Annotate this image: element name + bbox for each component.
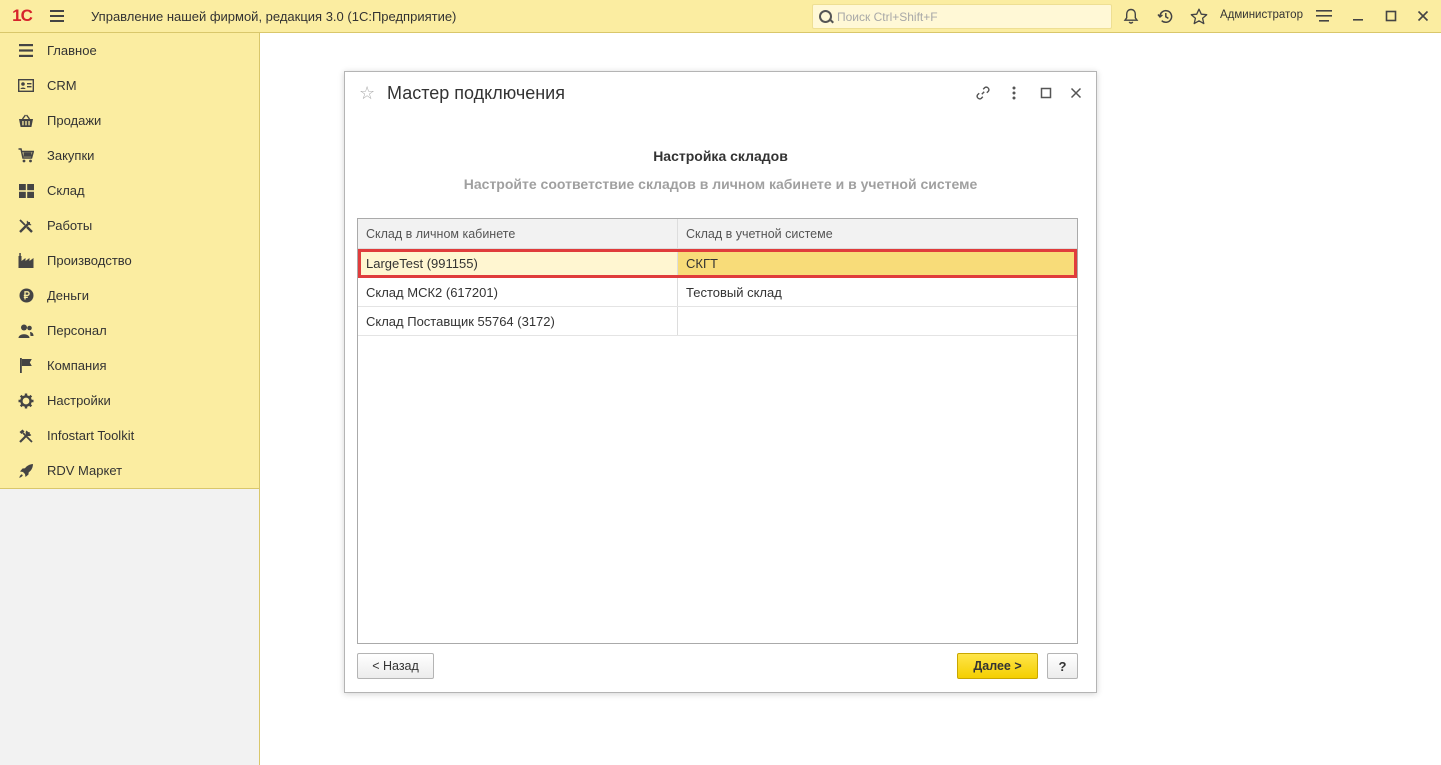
sidebar-item-settings[interactable]: Настройки (0, 383, 259, 418)
sidebar-item-label: Компания (47, 358, 107, 373)
sidebar-item-label: Деньги (47, 288, 89, 303)
sidebar-item-label: Производство (47, 253, 132, 268)
ruble-coin-icon (17, 287, 35, 305)
sidebar-item-infostart-toolkit[interactable]: Infostart Toolkit (0, 418, 259, 453)
sidebar-item-label: Главное (47, 43, 97, 58)
back-button[interactable]: < Назад (357, 653, 434, 679)
step-heading: Настройка складов (653, 148, 788, 164)
sidebar-item-label: Infostart Toolkit (47, 428, 135, 443)
dialog-maximize-icon[interactable] (1036, 83, 1056, 103)
table-row[interactable]: Склад Поставщик 55764 (3172) (358, 307, 1077, 336)
cart-icon (17, 147, 35, 165)
contact-card-icon (17, 77, 35, 95)
title-bar: 1С Управление нашей фирмой, редакция 3.0… (0, 0, 1441, 33)
sidebar-item-personnel[interactable]: Персонал (0, 313, 259, 348)
tools-icon (17, 217, 35, 235)
help-button[interactable]: ? (1047, 653, 1078, 679)
step-subheading: Настройте соответствие складов в личном … (463, 176, 978, 192)
sidebar-item-production[interactable]: Производство (0, 243, 259, 278)
basket-icon (17, 112, 35, 130)
user-name[interactable]: Администратор (1220, 9, 1303, 21)
system-warehouse-cell[interactable]: Тестовый склад (678, 278, 1077, 306)
favorite-star-icon[interactable]: ☆ (359, 83, 379, 104)
sidebar-item-warehouse[interactable]: Склад (0, 173, 259, 208)
search-input[interactable] (837, 9, 1107, 24)
sidebar-item-label: Персонал (47, 323, 107, 338)
system-warehouse-cell[interactable]: СКГТ (678, 249, 1077, 277)
account-warehouse-cell[interactable]: Склад Поставщик 55764 (3172) (358, 307, 678, 335)
dialog-header: ☆ Мастер подключения (345, 72, 1096, 114)
sidebar-item-main[interactable]: Главное (0, 33, 259, 68)
menu-lines-icon (17, 42, 35, 60)
close-icon[interactable] (1413, 6, 1433, 26)
sidebar-item-label: Настройки (47, 393, 111, 408)
account-warehouse-cell[interactable]: Склад МСК2 (617201) (358, 278, 678, 306)
dialog-close-icon[interactable] (1066, 83, 1086, 103)
sidebar-item-label: Склад (47, 183, 85, 198)
sidebar-item-label: Продажи (47, 113, 102, 128)
more-actions-icon[interactable] (1004, 83, 1024, 103)
flag-icon (17, 357, 35, 375)
sidebar-item-crm[interactable]: CRM (0, 68, 259, 103)
table-header: Склад в личном кабинете Склад в учетной … (358, 219, 1077, 249)
sidebar-item-sales[interactable]: Продажи (0, 103, 259, 138)
settings-menu-icon[interactable] (1314, 6, 1334, 26)
warehouse-grid-icon (17, 182, 35, 200)
search-icon[interactable] (817, 8, 835, 26)
table-row[interactable]: LargeTest (991155) СКГТ (358, 249, 1077, 278)
wrench-hammer-icon (17, 427, 35, 445)
search-box[interactable] (812, 4, 1112, 29)
minimize-icon[interactable] (1348, 6, 1368, 26)
column-header-system-warehouse[interactable]: Склад в учетной системе (678, 219, 1077, 248)
next-button[interactable]: Далее > (957, 653, 1038, 679)
section-menu: Главное CRM Продажи Закупки Склад Работы… (0, 33, 259, 489)
sidebar: Главное CRM Продажи Закупки Склад Работы… (0, 33, 260, 765)
sidebar-item-label: Закупки (47, 148, 95, 163)
hamburger-menu-icon[interactable] (44, 0, 70, 33)
sidebar-item-label: CRM (47, 78, 77, 93)
favorites-star-icon[interactable] (1189, 6, 1209, 26)
sidebar-item-label: Работы (47, 218, 93, 233)
people-icon (17, 322, 35, 340)
connection-wizard-dialog: ☆ Мастер подключения Настройка складов Н… (344, 71, 1097, 693)
bell-icon[interactable] (1121, 6, 1141, 26)
rocket-icon (17, 462, 35, 480)
sidebar-item-purchases[interactable]: Закупки (0, 138, 259, 173)
factory-icon (17, 252, 35, 270)
link-icon[interactable] (973, 83, 993, 103)
sidebar-item-rdv-market[interactable]: RDV Маркет (0, 453, 259, 488)
sidebar-item-label: RDV Маркет (47, 463, 123, 478)
dialog-title: Мастер подключения (387, 82, 565, 103)
warehouse-mapping-table[interactable]: Склад в личном кабинете Склад в учетной … (357, 218, 1078, 644)
sidebar-item-money[interactable]: Деньги (0, 278, 259, 313)
history-icon[interactable] (1155, 6, 1175, 26)
column-header-account-warehouse[interactable]: Склад в личном кабинете (358, 219, 678, 248)
system-warehouse-cell[interactable] (678, 307, 1077, 335)
sidebar-item-works[interactable]: Работы (0, 208, 259, 243)
app-title: Управление нашей фирмой, редакция 3.0 (1… (91, 8, 457, 24)
1c-logo-icon[interactable]: 1С (0, 0, 44, 33)
account-warehouse-cell[interactable]: LargeTest (991155) (358, 249, 678, 277)
maximize-icon[interactable] (1381, 6, 1401, 26)
table-row[interactable]: Склад МСК2 (617201) Тестовый склад (358, 278, 1077, 307)
sidebar-item-company[interactable]: Компания (0, 348, 259, 383)
gear-icon (17, 392, 35, 410)
